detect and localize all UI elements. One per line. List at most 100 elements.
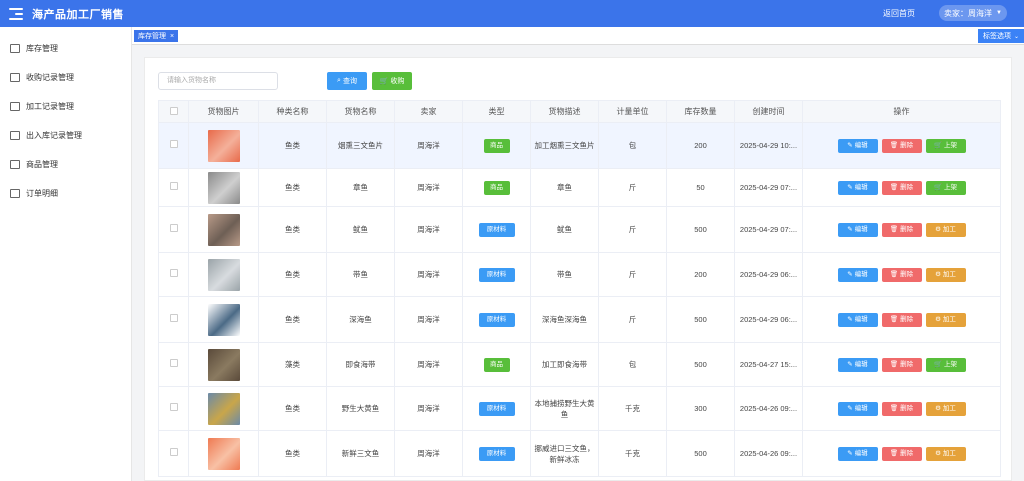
list-for-sale-button[interactable]: 🛒 上架 [925,357,966,372]
row-checkbox[interactable] [169,140,178,148]
delete-button[interactable]: 🗑 删除 [881,357,922,372]
process-button[interactable]: ⚙ 加工 [925,222,966,237]
product-thumbnail [207,171,240,204]
document-icon [10,101,20,111]
table-row[interactable]: 鱼类 章鱼 周海洋 商品 章鱼斤 50 2025-04-29 07:... ✎ 编辑 🗑 删除 🛒 上架 [158,168,1001,207]
tag-bar: 库存管理 × 标签选项 ⌄ [132,27,1024,45]
delete-button[interactable]: 🗑 删除 [881,267,922,282]
table-row[interactable]: 鱼类 带鱼 周海洋 原材料 带鱼斤 200 2025-04-29 06:... ✎ 编辑 🗑 删除 ⚙… [158,252,1001,297]
purchase-button[interactable]: 🛒 收购 [372,72,412,90]
delete-button[interactable]: 🗑 删除 [881,222,922,237]
edit-button[interactable]: ✎ 编辑 [837,312,878,327]
list-for-sale-button[interactable]: 🛒 上架 [925,180,966,195]
created-time-cell: 2025-04-26 09:... [734,386,803,431]
sidebar-item[interactable]: 商品管理 [10,157,58,171]
table-row[interactable]: 藻类 即食海带 周海洋 商品 加工即食海带包 500 2025-04-27 15:... ✎ 编… [158,342,1001,387]
edit-icon: ✎ [847,450,853,457]
row-checkbox-cell [158,386,189,431]
created-time-cell: 2025-04-29 10:... [734,122,803,169]
sidebar-item[interactable]: 收购记录管理 [10,70,74,84]
edit-icon: ✎ [847,226,853,233]
list-for-sale-button[interactable]: 🛒 上架 [925,138,966,153]
table-row[interactable]: 鱼类 野生大黄鱼 周海洋 原材料 本地捕捞野生大黄鱼 千克 300 2025-04-26 09… [158,386,1001,431]
search-button[interactable]: ⌕ 查询 [327,72,367,90]
search-button-label: 查询 [342,78,357,85]
table-row[interactable]: 鱼类 深海鱼 周海洋 原材料 深海鱼深海鱼斤 500 2025-04-29 06:... ✎ 编… [158,296,1001,343]
delete-button[interactable]: 🗑 删除 [881,138,922,153]
unit-cell: 包 [598,122,667,169]
description-cell: 本地捕捞野生大黄鱼 [530,386,599,431]
product-thumbnail [207,437,240,470]
row-checkbox[interactable] [169,403,178,411]
select-all-checkbox[interactable] [169,106,178,115]
edit-button[interactable]: ✎ 编辑 [837,180,878,195]
home-link[interactable]: 返回首页 [883,8,915,19]
action-label: 上架 [944,361,958,368]
edit-button[interactable]: ✎ 编辑 [837,446,878,461]
sidebar-item[interactable]: 出入库记录管理 [10,128,82,142]
unit-cell: 千克 [598,430,667,477]
purchase-button-label: 收购 [390,78,405,85]
table-header-row: 货物图片 种类名称 货物名称 卖家 类型 货物描述 计量单位 库存数量 创建时间 操作 [158,100,1001,123]
edit-button[interactable]: ✎ 编辑 [837,138,878,153]
type-badge: 原材料 [478,267,515,282]
actions-cell: ✎ 编辑 🗑 删除 🛒 上架 [802,342,1001,387]
process-button[interactable]: ⚙ 加工 [925,267,966,282]
image-cell [188,168,259,207]
table-row[interactable]: 鱼类 烟熏三文鱼片 周海洋 商品 加工烟熏三文鱼片包 200 2025-04-29 10:.… [158,122,1001,169]
sidebar-item[interactable]: 订单明细 [10,186,58,200]
type-badge: 原材料 [478,222,515,237]
category-cell: 鱼类 [258,168,327,207]
search-input[interactable]: 请输入货物名称 [158,72,278,90]
sidebar-item[interactable]: 加工记录管理 [10,99,74,113]
user-dropdown[interactable]: 卖家：周海洋 ▼ [939,5,1007,21]
action-label: 加工 [942,450,956,457]
category-cell: 鱼类 [258,386,327,431]
tag-inventory[interactable]: 库存管理 × [134,30,179,42]
row-checkbox[interactable] [169,359,178,367]
edit-button[interactable]: ✎ 编辑 [837,267,878,282]
column-header: 卖家 [394,100,463,123]
description-cell: 深海鱼深海鱼 [530,296,599,343]
table-row[interactable]: 鱼类 新鲜三文鱼 周海洋 原材料 挪威进口三文鱼，新鲜冰冻 千克 500 2025-04-26… [158,430,1001,477]
seller-cell: 周海洋 [394,342,463,387]
tag-options-button[interactable]: 标签选项 ⌄ [978,29,1024,43]
delete-button[interactable]: 🗑 删除 [881,446,922,461]
row-checkbox-cell [158,252,189,297]
edit-button[interactable]: ✎ 编辑 [837,401,878,416]
action-label: 编辑 [854,450,868,457]
product-name-cell: 鱿鱼 [326,206,395,253]
row-checkbox[interactable] [169,448,178,456]
process-button[interactable]: ⚙ 加工 [925,312,966,327]
edit-button[interactable]: ✎ 编辑 [837,357,878,372]
close-icon[interactable]: × [170,33,174,40]
delete-button[interactable]: 🗑 删除 [881,312,922,327]
created-time-cell: 2025-04-29 07:... [734,168,803,207]
row-checkbox-cell [158,342,189,387]
action-label: 加工 [942,271,956,278]
delete-button[interactable]: 🗑 删除 [881,180,922,195]
delete-button[interactable]: 🗑 删除 [881,401,922,416]
seller-cell: 周海洋 [394,252,463,297]
edit-button[interactable]: ✎ 编辑 [837,222,878,237]
trash-icon: 🗑 [889,226,899,233]
cart-icon: 🛒 [933,142,943,149]
tag-options-label: 标签选项 [982,33,1011,40]
sidebar-item[interactable]: 库存管理 [10,41,58,55]
image-cell [188,386,259,431]
process-button[interactable]: ⚙ 加工 [925,446,966,461]
row-checkbox[interactable] [169,182,178,190]
quantity-cell: 50 [666,168,735,207]
row-checkbox[interactable] [169,269,178,277]
row-checkbox[interactable] [169,224,178,232]
menu-toggle-icon[interactable] [9,7,23,20]
category-cell: 鱼类 [258,122,327,169]
process-button[interactable]: ⚙ 加工 [925,401,966,416]
action-label: 删除 [900,271,914,278]
table-row[interactable]: 鱼类 鱿鱼 周海洋 原材料 鱿鱼斤 500 2025-04-29 07:... ✎ 编辑 🗑 删除 ⚙… [158,206,1001,253]
type-badge: 原材料 [478,312,515,327]
type-badge: 原材料 [478,401,515,416]
edit-icon: ✎ [847,271,853,278]
image-cell [188,342,259,387]
row-checkbox[interactable] [169,314,178,322]
